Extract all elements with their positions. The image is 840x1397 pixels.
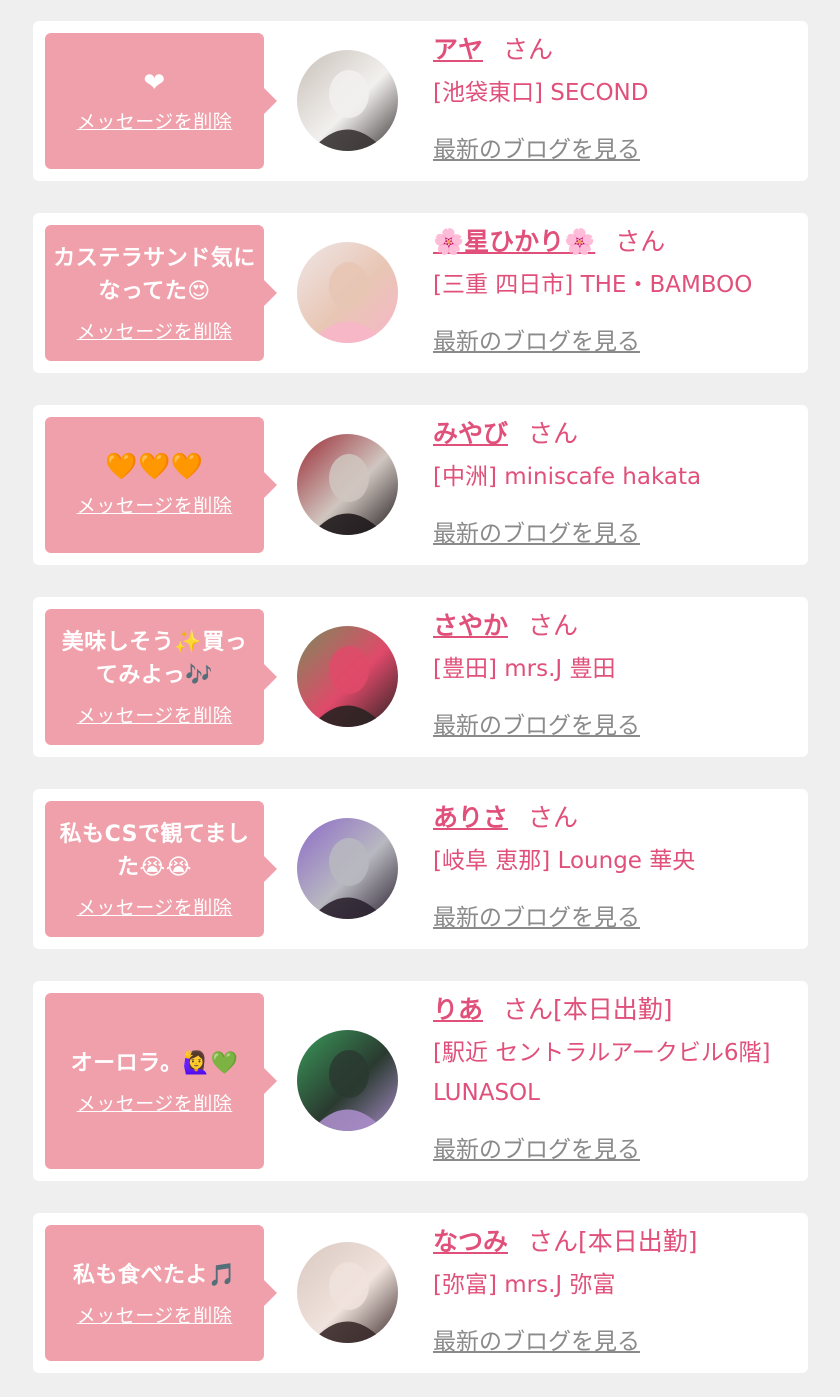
message-text: 🧡🧡🧡 <box>105 452 204 482</box>
delete-message-link[interactable]: メッセージを削除 <box>77 704 233 728</box>
message-text: オーロラ。🙋‍♀️💚 <box>70 1050 239 1076</box>
profile-info: 🌸星ひかり🌸 さん [三重 四日市] THE・BAMBOO 最新のブログを見る <box>433 225 788 373</box>
honorific-label: さん[本日出勤] <box>503 995 673 1024</box>
latest-blog-link[interactable]: 最新のブログを見る <box>433 711 640 741</box>
profile-info: ありさ さん [岐阜 恵那] Lounge 華央最新のブログを見る <box>433 801 788 949</box>
latest-blog-link[interactable]: 最新のブログを見る <box>433 519 640 549</box>
delete-message-link[interactable]: メッセージを削除 <box>77 110 233 134</box>
message-text: 美味しそう✨買ってみよっ🎶 <box>61 630 248 688</box>
honorific-label: さん <box>528 803 579 832</box>
profile-name-link[interactable]: りあ <box>433 995 483 1024</box>
profile-name-link[interactable]: アヤ <box>433 35 483 64</box>
delete-message-link[interactable]: メッセージを削除 <box>77 1304 233 1328</box>
shop-label: [中洲] miniscafe hakata <box>433 464 702 490</box>
name-line: ありさ さん <box>433 801 788 835</box>
honorific-label: さん <box>528 611 579 640</box>
profile-info: なつみ さん[本日出勤] [弥富] mrs.J 弥富最新のブログを見る <box>433 1225 788 1373</box>
shop-label: [岐阜 恵那] Lounge 華央 <box>433 848 696 874</box>
honorific-label: さん <box>615 227 666 256</box>
latest-blog-link[interactable]: 最新のブログを見る <box>433 135 640 165</box>
profile-name-link[interactable]: なつみ <box>433 1227 508 1256</box>
message-bubble: オーロラ。🙋‍♀️💚 メッセージを削除 <box>45 993 277 1169</box>
profile-info: アヤ さん [池袋東口] SECOND 最新のブログを見る <box>433 33 788 181</box>
message-text: カステラサンド気になってた😍 <box>53 246 256 304</box>
message-card: カステラサンド気になってた😍 メッセージを削除 🌸星ひかり🌸 さん [三重 四日市] T… <box>33 213 808 373</box>
delete-message-link[interactable]: メッセージを削除 <box>77 1092 233 1116</box>
message-bubble: 🧡🧡🧡 メッセージを削除 <box>45 417 277 553</box>
profile-name-link[interactable]: ありさ <box>433 803 508 832</box>
message-card: 私もCSで観てました😭😭 メッセージを削除 ありさ さん [岐阜 恵那] Lounge … <box>33 789 808 949</box>
profile-info: さやか さん [豊田] mrs.J 豊田最新のブログを見る <box>433 609 788 757</box>
message-bubble: 私も食べたよ🎵 メッセージを削除 <box>45 1225 277 1361</box>
message-list: ❤ メッセージを削除 アヤ さん [池袋東口] SECOND 最新のブログを見る カステラサ… <box>0 0 840 1397</box>
name-line: みやび さん <box>433 417 788 451</box>
shop-label: [池袋東口] SECOND <box>433 80 649 106</box>
message-text: 私も食べたよ🎵 <box>73 1262 236 1288</box>
avatar[interactable] <box>297 242 398 343</box>
honorific-label: さん <box>503 35 554 64</box>
honorific-label: さん <box>528 419 579 448</box>
name-line: りあ さん[本日出勤] <box>433 993 788 1027</box>
message-text: 私もCSで観てました😭😭 <box>59 822 250 880</box>
shop-label: [豊田] mrs.J 豊田 <box>433 656 616 682</box>
latest-blog-link[interactable]: 最新のブログを見る <box>433 903 640 933</box>
profile-name-link[interactable]: 🌸星ひかり🌸 <box>433 227 595 256</box>
delete-message-link[interactable]: メッセージを削除 <box>77 494 233 518</box>
avatar[interactable] <box>297 818 398 919</box>
message-card: オーロラ。🙋‍♀️💚 メッセージを削除 りあ さん[本日出勤] [駅近 セントラルアーク… <box>33 981 808 1181</box>
avatar[interactable] <box>297 50 398 151</box>
profile-info: りあ さん[本日出勤] [駅近 セントラルアークビル6階] LUNASOL 最新のブロ… <box>433 993 788 1181</box>
honorific-label: さん[本日出勤] <box>528 1227 698 1256</box>
avatar[interactable] <box>297 1242 398 1343</box>
message-bubble: カステラサンド気になってた😍 メッセージを削除 <box>45 225 277 361</box>
profile-name-link[interactable]: みやび <box>433 419 508 448</box>
message-card: 私も食べたよ🎵 メッセージを削除 なつみ さん[本日出勤] [弥富] mrs.J 弥富最… <box>33 1213 808 1373</box>
message-card: 美味しそう✨買ってみよっ🎶 メッセージを削除 さやか さん [豊田] mrs.J 豊田最… <box>33 597 808 757</box>
avatar[interactable] <box>297 434 398 535</box>
message-text: ❤ <box>143 68 166 98</box>
message-card: ❤ メッセージを削除 アヤ さん [池袋東口] SECOND 最新のブログを見る <box>33 21 808 181</box>
profile-name-link[interactable]: さやか <box>433 611 508 640</box>
latest-blog-link[interactable]: 最新のブログを見る <box>433 327 640 357</box>
profile-info: みやび さん [中洲] miniscafe hakata 最新のブログを見る <box>433 417 788 565</box>
shop-label: [駅近 セントラルアークビル6階] LUNASOL <box>433 1040 771 1106</box>
delete-message-link[interactable]: メッセージを削除 <box>77 896 233 920</box>
message-bubble: ❤ メッセージを削除 <box>45 33 277 169</box>
delete-message-link[interactable]: メッセージを削除 <box>77 320 233 344</box>
name-line: さやか さん <box>433 609 788 643</box>
latest-blog-link[interactable]: 最新のブログを見る <box>433 1327 640 1357</box>
shop-label: [三重 四日市] THE・BAMBOO <box>433 272 753 298</box>
avatar[interactable] <box>297 626 398 727</box>
shop-label: [弥富] mrs.J 弥富 <box>433 1272 616 1298</box>
name-line: アヤ さん <box>433 33 788 67</box>
latest-blog-link[interactable]: 最新のブログを見る <box>433 1135 640 1165</box>
message-bubble: 私もCSで観てました😭😭 メッセージを削除 <box>45 801 277 937</box>
message-bubble: 美味しそう✨買ってみよっ🎶 メッセージを削除 <box>45 609 277 745</box>
avatar[interactable] <box>297 1030 398 1131</box>
name-line: なつみ さん[本日出勤] <box>433 1225 788 1259</box>
message-card: 🧡🧡🧡 メッセージを削除 みやび さん [中洲] miniscafe hakata 最新の… <box>33 405 808 565</box>
name-line: 🌸星ひかり🌸 さん <box>433 225 788 259</box>
